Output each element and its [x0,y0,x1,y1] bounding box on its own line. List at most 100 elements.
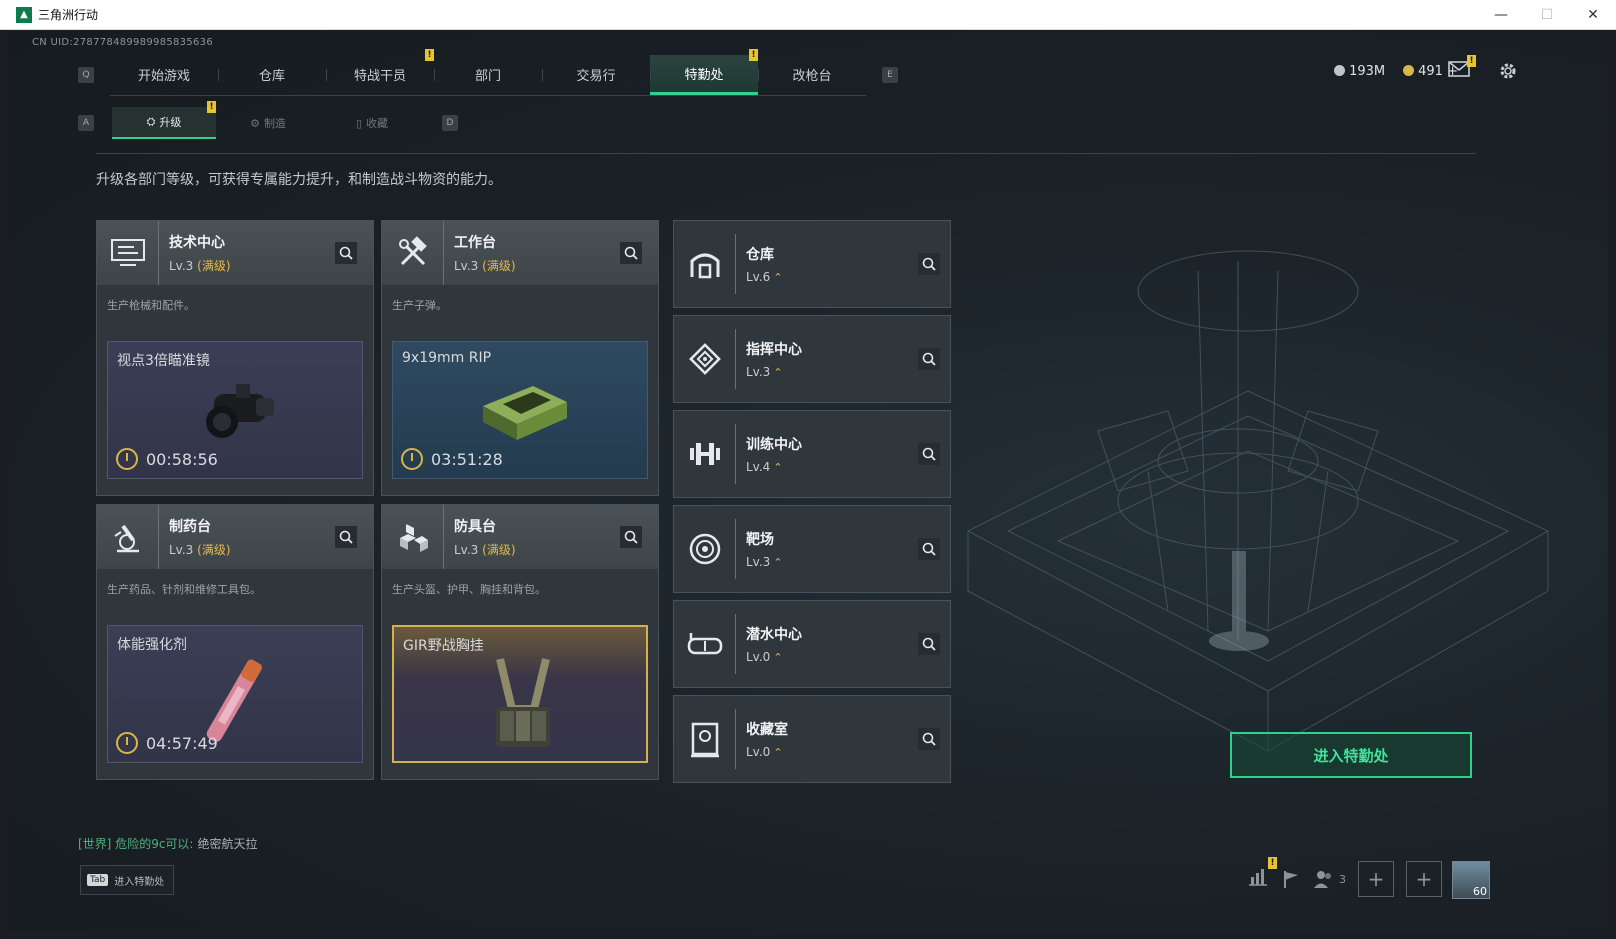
add-slot-button[interactable]: + [1358,861,1394,897]
player-level: 60 [1473,885,1487,898]
tab-department[interactable]: 部门 [434,55,542,95]
facility-command-center[interactable]: 指挥中心 Lv.3 ⌃ [673,315,951,403]
flag-icon[interactable] [1281,869,1301,889]
production-timer: 03:51:28 [401,448,503,470]
command-center-icon [674,329,736,389]
diving-mask-icon [674,614,736,674]
party-button[interactable]: 3 [1313,869,1346,889]
facility-shooting-range[interactable]: 靶场 Lv.3 ⌃ [673,505,951,593]
production-item-name: 视点3倍瞄准镜 [117,353,210,369]
facility-collection-room[interactable]: 收藏室 Lv.0 ⌃ [673,695,951,783]
gear-icon[interactable] [1498,61,1518,81]
production-item-name: GIR野战胸挂 [403,638,484,654]
tab-key: Tab [87,874,109,886]
production-timer: 04:57:49 [116,732,218,754]
search-icon[interactable] [918,253,940,275]
mail-button[interactable]: ! [1448,55,1476,81]
search-icon[interactable] [918,538,940,560]
tab-special-ops[interactable]: 特勤处 ! [650,48,758,95]
avatar[interactable]: 60 [1452,861,1490,899]
craft-icon: ⚙ [250,116,260,130]
scope-item-image [206,384,274,438]
production-slot[interactable]: 体能强化剂 04:57:49 [107,625,363,763]
subnav-next-key[interactable]: D [442,115,458,131]
tab-start-game[interactable]: 开始游戏 [110,55,218,95]
search-icon[interactable] [335,526,357,548]
card-level: Lv.3 (满级) [169,259,231,273]
search-icon[interactable] [620,242,642,264]
enter-special-ops-button[interactable]: 进入特勤处 [1230,732,1472,778]
search-icon[interactable] [918,633,940,655]
subtab-upgrade[interactable]: ⛭ 升级 ! [112,101,216,139]
card-title: 技术中心 [169,235,225,251]
card-level: Lv.3 (满级) [169,543,231,557]
card-tech-center[interactable]: 技术中心 Lv.3 (满级) 生产枪械和配件。 视点3倍瞄准镜 00:58:56 [96,220,374,496]
facility-name: 训练中心 [746,437,802,453]
nav-next-key[interactable]: E [882,67,898,83]
production-slot-completed[interactable]: GIR野战胸挂 [392,625,648,763]
nav-prev-key[interactable]: Q [78,67,94,83]
base-wireframe-illustration [966,250,1550,752]
production-slot[interactable]: 视点3倍瞄准镜 00:58:56 [107,341,363,479]
stats-alert-badge: ! [1268,857,1277,869]
stats-button[interactable]: ! [1247,857,1277,891]
player-uid: CN UID:278778489989985835636 [32,37,213,48]
maximize-button[interactable]: ☐ [1524,0,1570,30]
dumbbell-icon [674,424,736,484]
silver-coin-icon [1334,65,1346,76]
close-button[interactable]: ✕ [1570,0,1616,30]
tab-hint-button[interactable]: Tab 进入特勤处 [80,865,174,895]
search-icon[interactable] [918,728,940,750]
facility-warehouse[interactable]: 仓库 Lv.6 ⌃ [673,220,951,308]
search-icon[interactable] [918,443,940,465]
warehouse-icon [674,234,736,294]
production-slot[interactable]: 9x19mm RIP 03:51:28 [392,341,648,479]
target-icon [674,519,736,579]
upgrade-arrow-icon: ⌃ [773,746,783,759]
card-description: 生产药品、针剂和维修工具包。 [107,583,261,596]
facility-diving-center[interactable]: 潜水中心 Lv.0 ⌃ [673,600,951,688]
gold-coin-icon [1403,65,1415,76]
tab-operators-label: 特战干员 [353,69,406,84]
subtab-collection[interactable]: ▯ 收藏 [320,107,424,139]
search-icon[interactable] [335,242,357,264]
upgrade-icon: ⛭ [146,115,156,128]
production-item-name: 9x19mm RIP [402,350,492,366]
facility-name: 潜水中心 [746,627,802,643]
facility-level: Lv.4 ⌃ [746,460,783,474]
card-workbench[interactable]: 工作台 Lv.3 (满级) 生产子弹。 9x19mm RIP 03:51:28 [381,220,659,496]
tab-special-ops-label: 特勤处 [684,67,724,83]
tab-trade[interactable]: 交易行 [542,55,650,95]
sub-nav: A ⛭ 升级 ! ⚙ 制造 ▯ 收藏 D [78,101,458,139]
minimize-button[interactable]: — [1478,0,1524,30]
facility-training-center[interactable]: 训练中心 Lv.4 ⌃ [673,410,951,498]
world-chat-line[interactable]: [世界] 危险的9c可以: 绝密航天拉 [78,835,258,852]
computer-icon [97,221,159,285]
subnav-prev-key[interactable]: A [78,115,94,131]
people-icon [1314,871,1331,888]
chat-message: 绝密航天拉 [197,837,258,851]
upgrade-arrow-icon: ⌃ [773,366,783,379]
card-armor-bench[interactable]: 防具台 Lv.3 (满级) 生产头盔、护甲、胸挂和背包。 GIR野战胸挂 [381,504,659,780]
card-pharmacy[interactable]: 制药台 Lv.3 (满级) 生产药品、针剂和维修工具包。 体能强化剂 04:57… [96,504,374,780]
timer-icon [116,732,138,754]
facility-name: 指挥中心 [746,342,802,358]
currency-display: 193M 491 + [1334,64,1458,79]
top-right-icons: ! [1448,55,1518,81]
tab-gunsmith[interactable]: 改枪台 [758,55,866,95]
card-description: 生产子弹。 [392,299,447,312]
tab-operators[interactable]: 特战干员 ! [326,48,434,95]
upgrade-arrow-icon: ⌃ [773,651,783,664]
window-titlebar: ▲ 三角洲行动 — ☐ ✕ [0,0,1616,30]
search-icon[interactable] [918,348,940,370]
add-slot-button[interactable]: + [1406,861,1442,897]
collection-icon: ▯ [355,116,363,130]
subtab-craft[interactable]: ⚙ 制造 [216,107,320,139]
silver-currency: 193M [1334,64,1385,79]
upgrade-arrow-icon: ⌃ [773,556,783,569]
chat-channel: [世界] [78,837,112,851]
game-viewport: CN UID:278778489989985835636 Q 开始游戏 仓库 特… [8,31,1608,931]
card-title: 工作台 [454,235,496,251]
tab-warehouse[interactable]: 仓库 [218,55,326,95]
search-icon[interactable] [620,526,642,548]
